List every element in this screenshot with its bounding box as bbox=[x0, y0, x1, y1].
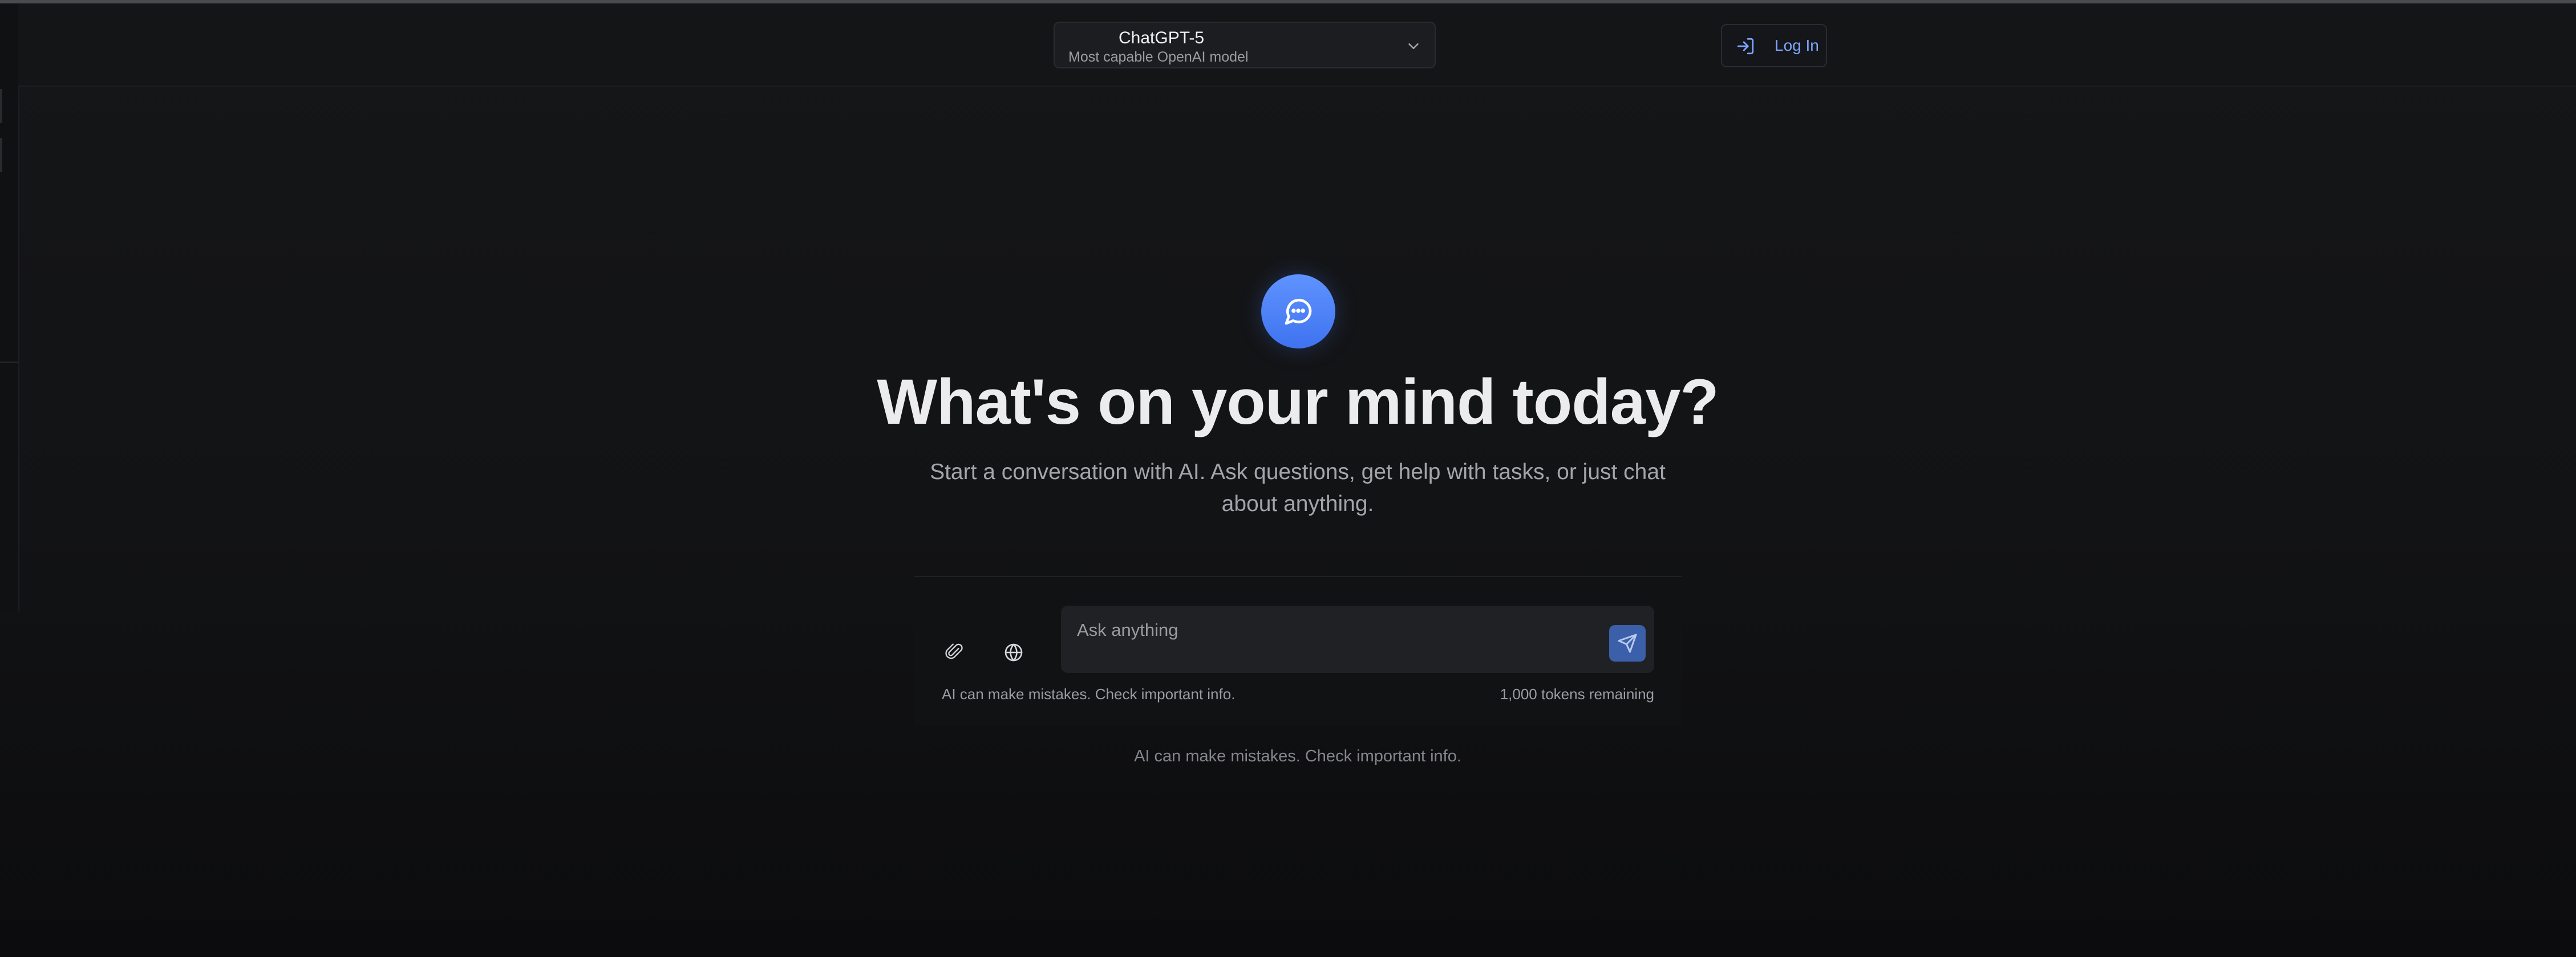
log-in-icon bbox=[1736, 37, 1755, 56]
left-rail bbox=[0, 3, 19, 611]
chat-composer: AI can make mistakes. Check important in… bbox=[914, 576, 1682, 725]
app-window: ChatGPT-5 Most capable OpenAI model Log … bbox=[0, 0, 2576, 957]
chat-input[interactable] bbox=[1076, 617, 1591, 643]
rail-marker[interactable] bbox=[0, 138, 2, 172]
send-icon bbox=[1618, 634, 1637, 653]
log-in-button[interactable]: Log In bbox=[1721, 24, 1827, 67]
model-name: ChatGPT-5 bbox=[1119, 29, 1205, 47]
chat-bubble-icon bbox=[1261, 274, 1335, 348]
page-subtitle: Start a conversation with AI. Ask questi… bbox=[930, 460, 1666, 516]
page-title: What's on your mind today? bbox=[877, 366, 1719, 437]
composer-disclaimer: AI can make mistakes. Check important in… bbox=[942, 686, 1236, 703]
rail-marker[interactable] bbox=[0, 89, 2, 123]
rail-divider bbox=[0, 362, 18, 363]
top-header: ChatGPT-5 Most capable OpenAI model Log … bbox=[18, 3, 2576, 87]
model-description: Most capable OpenAI model bbox=[1068, 49, 1249, 65]
chevron-down-icon bbox=[1405, 38, 1422, 55]
globe-icon[interactable] bbox=[997, 635, 1031, 670]
chat-input-box[interactable] bbox=[1061, 606, 1654, 673]
model-selector[interactable]: ChatGPT-5 Most capable OpenAI model bbox=[1054, 22, 1436, 68]
log-in-label: Log In bbox=[1775, 37, 1819, 54]
tokens-remaining: 1,000 tokens remaining bbox=[1500, 686, 1654, 703]
paperclip-icon[interactable] bbox=[938, 635, 973, 670]
footer-disclaimer: AI can make mistakes. Check important in… bbox=[1134, 747, 1461, 765]
send-button[interactable] bbox=[1609, 625, 1646, 662]
